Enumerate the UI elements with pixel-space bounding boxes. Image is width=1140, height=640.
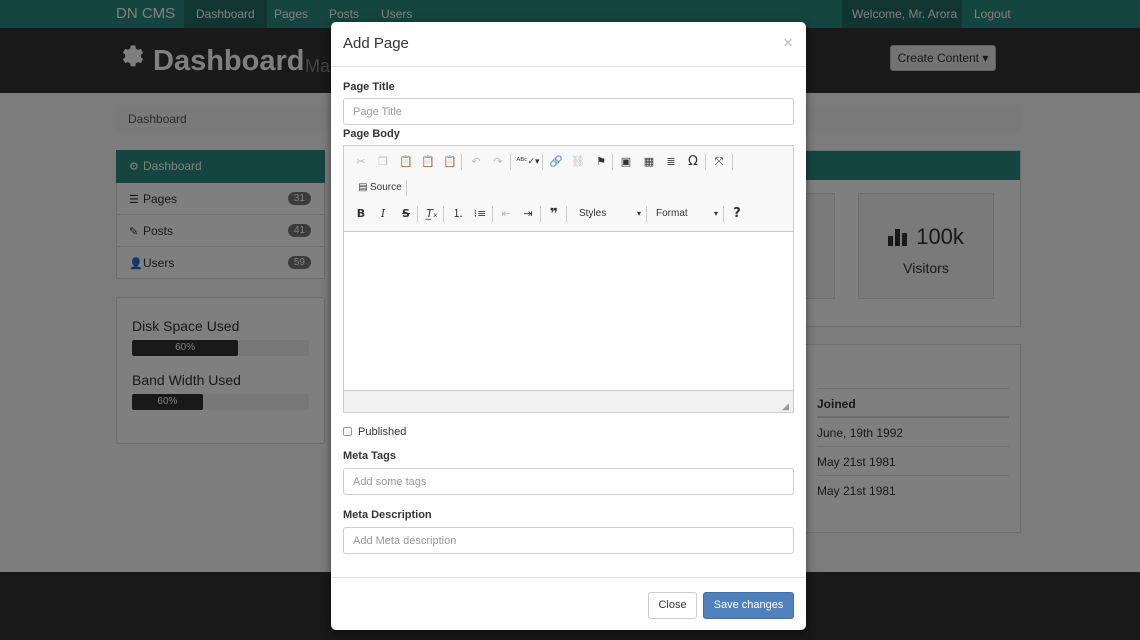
link-icon[interactable]: 🔗 bbox=[547, 153, 565, 171]
source-button[interactable]: Source bbox=[370, 179, 402, 197]
editor-toolbar: ✂ ❐ 📋 📋 📋 ↶ ↷ ᴬᴮᶜ✓▾ 🔗 ⛓ ⚑ ▣ ▦ ≣ Ω ⤧ ▤ So… bbox=[344, 146, 793, 232]
save-changes-button[interactable]: Save changes bbox=[703, 592, 794, 619]
spellcheck-icon[interactable]: ᴬᴮᶜ✓▾ bbox=[516, 153, 540, 171]
copy-icon[interactable]: ❐ bbox=[374, 153, 392, 171]
table-icon[interactable]: ▦ bbox=[640, 153, 658, 171]
published-row: Published bbox=[343, 426, 406, 438]
strikethrough-icon[interactable]: S bbox=[397, 205, 415, 223]
italic-icon[interactable]: I bbox=[374, 205, 392, 223]
chevron-down-icon: ▾ bbox=[713, 209, 718, 218]
published-checkbox[interactable] bbox=[343, 427, 352, 436]
special-char-icon[interactable]: Ω bbox=[684, 153, 702, 171]
cut-icon[interactable]: ✂ bbox=[352, 153, 370, 171]
meta-tags-label: Meta Tags bbox=[343, 450, 396, 462]
modal-footer: Close Save changes bbox=[331, 577, 806, 630]
redo-icon[interactable]: ↷ bbox=[489, 153, 507, 171]
close-button[interactable]: Close bbox=[648, 592, 697, 619]
image-icon[interactable]: ▣ bbox=[617, 153, 635, 171]
paste-word-icon[interactable]: 📋 bbox=[441, 153, 459, 171]
indent-icon[interactable]: ⇥ bbox=[519, 205, 537, 223]
styles-label: Styles bbox=[579, 208, 607, 219]
editor-content-area[interactable] bbox=[344, 232, 793, 390]
bullet-list-icon[interactable]: ⁝≡ bbox=[471, 205, 489, 223]
meta-tags-input[interactable] bbox=[343, 468, 794, 495]
anchor-flag-icon[interactable]: ⚑ bbox=[592, 153, 610, 171]
bold-icon[interactable]: B bbox=[352, 205, 370, 223]
format-dropdown[interactable]: Format ▾ bbox=[656, 205, 718, 223]
styles-dropdown[interactable]: Styles ▾ bbox=[579, 205, 641, 223]
help-icon[interactable]: ? bbox=[728, 205, 746, 223]
maximize-icon[interactable]: ⤧ bbox=[710, 153, 728, 171]
rich-text-editor: ✂ ❐ 📋 📋 📋 ↶ ↷ ᴬᴮᶜ✓▾ 🔗 ⛓ ⚑ ▣ ▦ ≣ Ω ⤧ ▤ So… bbox=[343, 145, 794, 413]
format-label: Format bbox=[656, 208, 688, 219]
modal-header: Add Page × bbox=[331, 22, 806, 67]
remove-format-icon[interactable]: T̲ₓ bbox=[423, 205, 441, 223]
page-title-input[interactable] bbox=[343, 98, 794, 125]
undo-icon[interactable]: ↶ bbox=[467, 153, 485, 171]
blockquote-icon[interactable]: ❞ bbox=[545, 205, 563, 223]
horizontal-line-icon[interactable]: ≣ bbox=[662, 153, 680, 171]
page-body-label: Page Body bbox=[343, 128, 400, 140]
add-page-modal: Add Page × Page Title Page Body ✂ ❐ 📋 📋 … bbox=[331, 22, 806, 630]
published-label[interactable]: Published bbox=[358, 426, 406, 438]
resize-handle-icon[interactable]: ◢ bbox=[782, 402, 790, 411]
unlink-icon[interactable]: ⛓ bbox=[569, 153, 587, 171]
modal-title: Add Page bbox=[343, 35, 409, 52]
paste-text-icon[interactable]: 📋 bbox=[419, 153, 437, 171]
chevron-down-icon: ▾ bbox=[636, 209, 641, 218]
outdent-icon[interactable]: ⇤ bbox=[497, 205, 515, 223]
numbered-list-icon[interactable]: ⒈ bbox=[449, 205, 467, 223]
meta-description-label: Meta Description bbox=[343, 509, 432, 521]
paste-icon[interactable]: 📋 bbox=[397, 153, 415, 171]
meta-description-input[interactable] bbox=[343, 527, 794, 554]
editor-status-bar: ◢ bbox=[344, 390, 793, 412]
close-icon[interactable]: × bbox=[783, 33, 793, 53]
page-title-label: Page Title bbox=[343, 81, 395, 93]
